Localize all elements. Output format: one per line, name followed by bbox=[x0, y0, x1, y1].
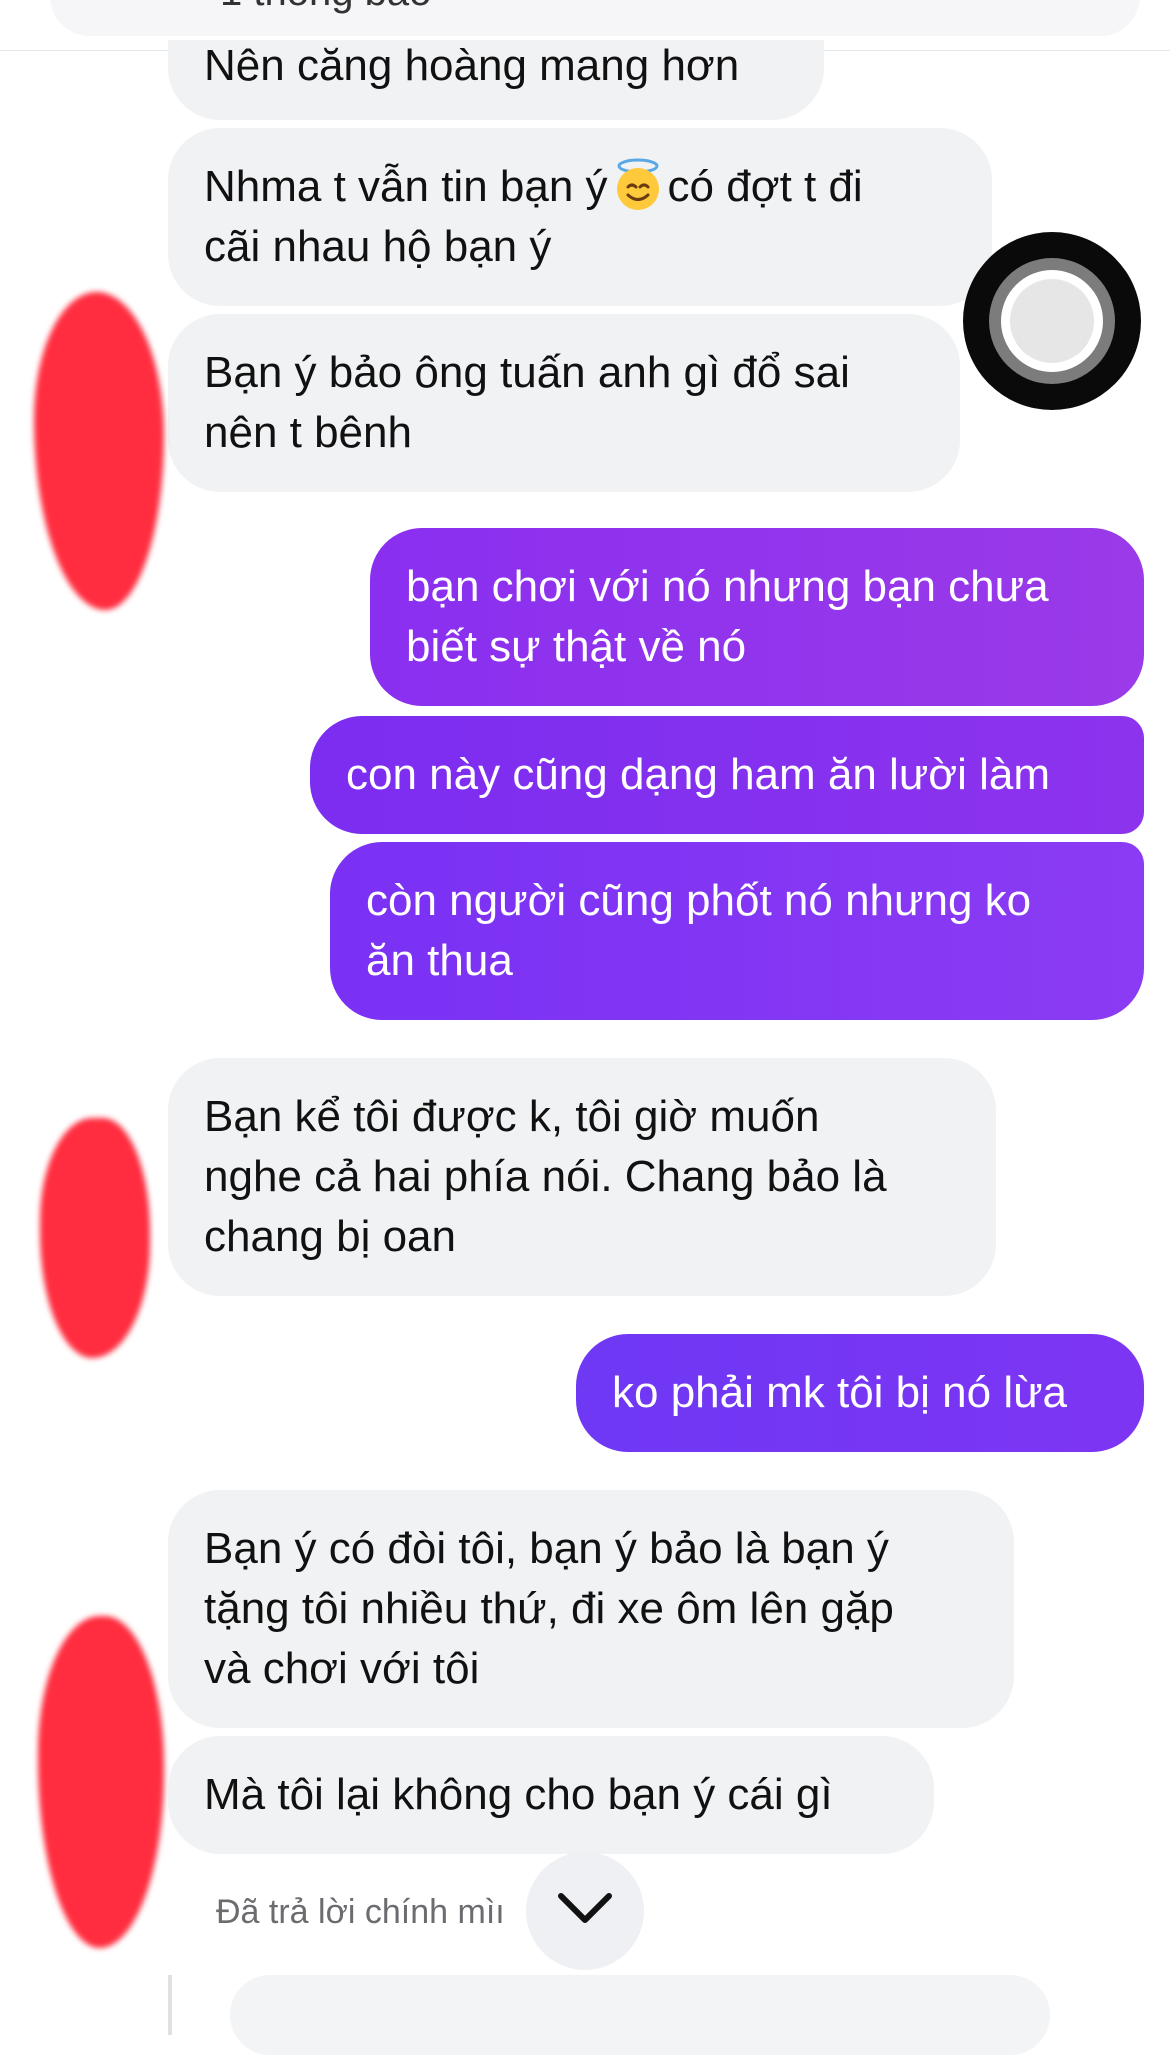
reply-indicator: Đã trả lời chính mìı bbox=[216, 1893, 505, 1931]
message-text: Nhma t vẫn tin bạn ý có đợt t đi cãi nha… bbox=[204, 157, 863, 277]
message-outgoing[interactable]: ko phải mk tôi bị nó lừa bbox=[576, 1334, 1144, 1452]
thread-line bbox=[168, 1975, 172, 2035]
message-outgoing[interactable]: bạn chơi với nó nhưng bạn chưa biết sự t… bbox=[370, 528, 1144, 706]
message-text: Mà tôi lại không cho bạn ý cái gì bbox=[204, 1770, 833, 1819]
message-text: Bạn ý bảo ông tuấn anh gì đổ sai nên t b… bbox=[204, 348, 850, 457]
message-text: Nên căng hoàng mang hơn bbox=[204, 41, 740, 90]
notification-pill bbox=[50, 0, 1140, 36]
message-incoming[interactable]: Mà tôi lại không cho bạn ý cái gì bbox=[168, 1736, 934, 1854]
scroll-down-button[interactable] bbox=[526, 1852, 644, 1970]
chevron-down-icon bbox=[558, 1893, 612, 1923]
smiling-face-with-halo-icon bbox=[616, 158, 659, 210]
message-text: Bạn kể tôi được k, tôi giờ muốn nghe cả … bbox=[204, 1092, 887, 1261]
message-text: còn người cũng phốt nó nhưng ko ăn thua bbox=[366, 876, 1032, 985]
message-incoming[interactable]: Bạn kể tôi được k, tôi giờ muốn nghe cả … bbox=[168, 1058, 996, 1296]
message-incoming[interactable]: Nên căng hoàng mang hơn bbox=[168, 40, 824, 120]
redacted-avatar bbox=[40, 1118, 150, 1358]
message-incoming[interactable]: Nhma t vẫn tin bạn ý có đợt t đi cãi nha… bbox=[168, 128, 992, 306]
redacted-avatar bbox=[34, 292, 164, 610]
message-text: bạn chơi với nó nhưng bạn chưa biết sự t… bbox=[406, 562, 1049, 671]
message-text: con này cũng dạng ham ăn lười làm bbox=[346, 750, 1051, 799]
message-incoming[interactable]: Bạn ý bảo ông tuấn anh gì đổ sai nên t b… bbox=[168, 314, 960, 492]
notification-text: 1 thông báo bbox=[220, 0, 431, 15]
assistive-touch-icon[interactable] bbox=[963, 232, 1141, 410]
message-text: ko phải mk tôi bị nó lừa bbox=[612, 1368, 1068, 1417]
message-outgoing[interactable]: còn người cũng phốt nó nhưng ko ăn thua bbox=[330, 842, 1144, 1020]
redacted-avatar bbox=[38, 1616, 164, 1948]
message-incoming[interactable]: Bạn ý có đòi tôi, bạn ý bảo là bạn ý tặn… bbox=[168, 1490, 1014, 1728]
message-text: Bạn ý có đòi tôi, bạn ý bảo là bạn ý tặn… bbox=[204, 1524, 894, 1693]
message-incoming-partial[interactable] bbox=[230, 1975, 1050, 2055]
message-outgoing[interactable]: con này cũng dạng ham ăn lười làm bbox=[310, 716, 1144, 834]
